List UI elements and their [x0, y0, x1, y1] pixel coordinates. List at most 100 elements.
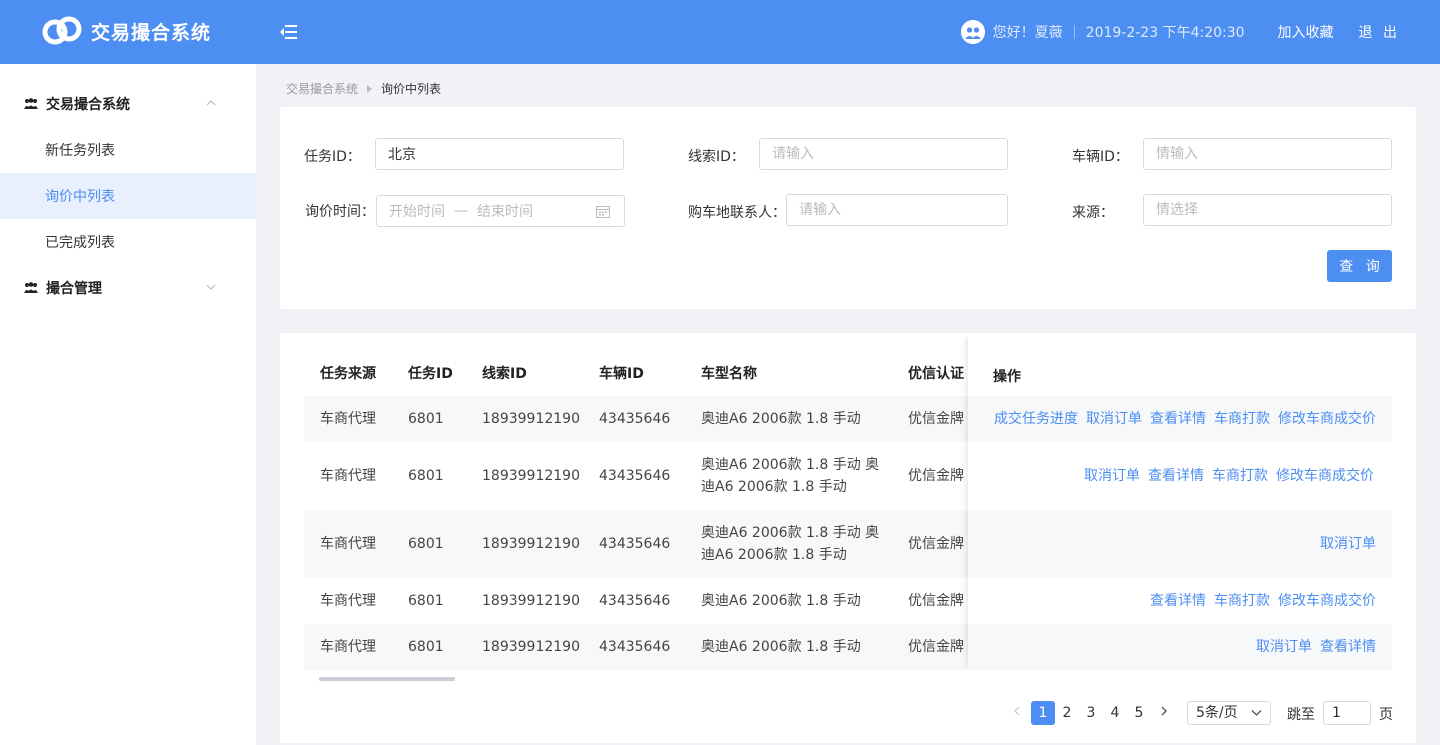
sidebar-item-label: 已完成列表	[45, 235, 115, 251]
cell-source: 车商代理	[320, 639, 376, 655]
chevron-down-icon	[206, 284, 216, 290]
breadcrumb-current: 询价中列表	[381, 82, 442, 96]
cell-lead-id: 18939912190	[482, 536, 580, 552]
cell-model: 奥迪A6 2006款 1.8 手动	[701, 411, 861, 427]
logout-button[interactable]: 退 出	[1359, 22, 1400, 42]
sidebar-group-trading[interactable]: 交易撮合系统	[0, 81, 256, 127]
cell-source: 车商代理	[320, 536, 376, 552]
start-time-placeholder: 开始时间	[389, 204, 445, 220]
cell-source: 车商代理	[320, 468, 376, 484]
cell-lead-id: 18939912190	[482, 468, 580, 484]
cell-cert: 优信金牌	[908, 593, 964, 609]
jump-to-label: 跳至	[1287, 707, 1315, 723]
cell-vehicle-id: 43435646	[599, 593, 671, 609]
horizontal-scrollbar[interactable]	[319, 677, 455, 681]
app-title: 交易撮合系统	[91, 21, 212, 44]
team-icon	[24, 282, 38, 293]
search-button[interactable]: 查 询	[1327, 250, 1392, 282]
cell-vehicle-id: 43435646	[599, 411, 671, 427]
prev-page-icon[interactable]	[1010, 704, 1024, 718]
cell-vehicle-id: 43435646	[599, 639, 671, 655]
cell-source: 车商代理	[320, 411, 376, 427]
page-suffix-label: 页	[1379, 707, 1393, 723]
sidebar-item-inquiring[interactable]: 询价中列表	[0, 173, 256, 219]
page-size-select[interactable]: 5条/页	[1187, 701, 1271, 725]
calendar-icon	[596, 206, 610, 218]
page-3-button[interactable]: 3	[1079, 701, 1103, 725]
cell-task-id: 6801	[408, 639, 444, 655]
breadcrumb-separator-icon	[367, 84, 373, 93]
cell-task-id: 6801	[408, 536, 444, 552]
task-id-label: 任务ID：	[304, 149, 361, 165]
sidebar-item-completed[interactable]: 已完成列表	[0, 219, 256, 265]
results-table: 任务来源 任务ID 线索ID 车辆ID 车型名称 优信认证 操作 车商代理 68…	[280, 333, 1416, 743]
sidebar-item-new-tasks[interactable]: 新任务列表	[0, 127, 256, 173]
chevron-up-icon	[206, 100, 216, 106]
breadcrumb: 交易撮合系统 询价中列表	[286, 80, 441, 97]
cell-vehicle-id: 43435646	[599, 468, 671, 484]
cell-cert: 优信金牌	[908, 468, 964, 484]
current-datetime: 2019-2-23 下午4:20:30	[1085, 25, 1245, 41]
sidebar-group-label: 交易撮合系统	[46, 97, 130, 113]
cell-lead-id: 18939912190	[482, 639, 580, 655]
range-separator: —	[454, 203, 468, 219]
jump-page-input[interactable]	[1323, 701, 1371, 725]
sidebar-item-label: 询价中列表	[45, 189, 115, 205]
cell-model: 奥迪A6 2006款 1.8 手动 奥迪A6 2006款 1.8 手动	[701, 525, 880, 563]
cell-vehicle-id: 43435646	[599, 536, 671, 552]
column-header: 任务来源	[320, 366, 376, 382]
menu-collapse-icon[interactable]	[280, 24, 298, 40]
source-select[interactable]	[1143, 194, 1392, 226]
task-id-input[interactable]	[375, 138, 624, 170]
app-logo[interactable]: 交易撮合系统	[42, 16, 211, 46]
column-header: 线索ID	[482, 366, 527, 382]
cell-model: 奥迪A6 2006款 1.8 手动	[701, 639, 861, 655]
page-2-button[interactable]: 2	[1055, 701, 1079, 725]
end-time-placeholder: 结束时间	[477, 204, 533, 220]
column-header: 车辆ID	[599, 366, 644, 382]
column-header: 任务ID	[408, 366, 453, 382]
cell-lead-id: 18939912190	[482, 411, 580, 427]
lead-id-label: 线索ID：	[688, 149, 745, 165]
cell-lead-id: 18939912190	[482, 593, 580, 609]
sidebar-item-label: 新任务列表	[45, 143, 115, 159]
vehicle-id-label: 车辆ID：	[1072, 149, 1129, 165]
avatar[interactable]	[960, 20, 985, 44]
cell-task-id: 6801	[408, 468, 444, 484]
page-size-value: 5条/页	[1196, 705, 1238, 721]
contact-input[interactable]	[786, 194, 1008, 226]
cell-cert: 优信金牌	[908, 639, 964, 655]
sidebar: 交易撮合系统 新任务列表 询价中列表 已完成列表 撮合管理	[0, 64, 256, 745]
sidebar-group-label: 撮合管理	[46, 281, 102, 297]
cell-cert: 优信金牌	[908, 536, 964, 552]
inquiry-time-range-picker[interactable]: 开始时间 — 结束时间	[376, 195, 625, 227]
breadcrumb-home[interactable]: 交易撮合系统	[286, 80, 358, 97]
inquiry-time-label: 询价时间：	[305, 204, 375, 220]
header-divider	[1073, 25, 1075, 39]
logo-icon	[42, 16, 82, 45]
team-icon	[24, 98, 38, 109]
sidebar-group-matching[interactable]: 撮合管理	[0, 265, 256, 311]
user-greeting: 您好！夏薇	[992, 25, 1063, 41]
cell-task-id: 6801	[408, 411, 444, 427]
vehicle-id-input[interactable]	[1143, 138, 1392, 170]
chevron-down-icon	[1251, 710, 1262, 716]
page-1-button[interactable]: 1	[1031, 701, 1055, 725]
page-4-button[interactable]: 4	[1103, 701, 1127, 725]
column-header: 优信认证	[908, 366, 964, 382]
cell-model: 奥迪A6 2006款 1.8 手动	[701, 593, 861, 609]
fixed-actions-column-shadow	[968, 333, 1392, 670]
filter-panel: 任务ID： 线索ID： 车辆ID： 询价时间： 开始时间 — 结束时间 购车地联…	[280, 107, 1416, 309]
page-5-button[interactable]: 5	[1127, 701, 1151, 725]
cell-task-id: 6801	[408, 593, 444, 609]
next-page-icon[interactable]	[1157, 704, 1171, 718]
column-header: 车型名称	[701, 366, 757, 382]
add-favorite-button[interactable]: 加入收藏	[1278, 22, 1334, 42]
cell-model: 奥迪A6 2006款 1.8 手动 奥迪A6 2006款 1.8 手动	[701, 457, 880, 495]
cell-source: 车商代理	[320, 593, 376, 609]
source-label: 来源：	[1072, 205, 1114, 221]
top-header: 交易撮合系统 您好！夏薇 2019-2-23 下午4:20:30 加入收藏 退 …	[0, 0, 1440, 64]
contact-label: 购车地联系人：	[688, 205, 786, 221]
cell-cert: 优信金牌	[908, 411, 964, 427]
lead-id-input[interactable]	[759, 138, 1008, 170]
